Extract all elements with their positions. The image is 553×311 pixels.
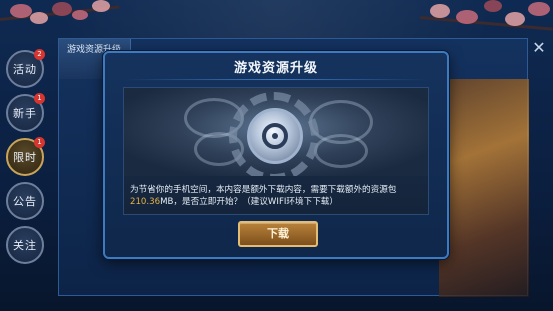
message-text: 为节省你的手机空间，本内容是额外下载内容，需要下载额外的资源包 <box>130 185 397 195</box>
sidebar-item-label: 活动 <box>13 63 37 76</box>
dialog-title: 游戏资源升级 <box>233 61 318 76</box>
download-button[interactable]: 下载 <box>238 221 318 247</box>
sidebar-item-activity[interactable]: 活动 2 <box>6 49 45 88</box>
dialog-message: 为节省你的手机空间，本内容是额外下载内容，需要下载额外的资源包 210.36MB，… <box>130 184 426 208</box>
title-divider <box>125 79 427 80</box>
notification-badge: 1 <box>34 93 45 104</box>
sidebar-item-limited[interactable]: 限时 1 <box>6 137 45 176</box>
resource-upgrade-dialog: 游戏资源升级 为节省你的手机空间，本内容是额外下载内容，需要下载额外的资源包 21… <box>103 51 449 259</box>
sidebar-item-announcement[interactable]: 公告 <box>6 182 44 220</box>
sidebar-item-label: 公告 <box>13 195 37 208</box>
close-icon[interactable]: ✕ <box>531 40 547 56</box>
sidebar-item-label: 关注 <box>13 239 37 252</box>
resource-emblem-icon <box>247 108 303 164</box>
sidebar-item-label: 新手 <box>13 107 37 120</box>
hero-artwork <box>439 79 529 297</box>
download-size: 210.36 <box>130 197 161 207</box>
sidebar-item-follow[interactable]: 关注 <box>6 226 44 264</box>
notification-badge: 2 <box>34 49 45 60</box>
sidebar: 活动 2 新手 1 限时 1 公告 关注 <box>6 49 50 270</box>
resource-illustration <box>124 88 428 176</box>
sidebar-item-label: 限时 <box>13 151 37 164</box>
dialog-content: 为节省你的手机空间，本内容是额外下载内容，需要下载额外的资源包 210.36MB，… <box>123 87 429 215</box>
sidebar-item-newbie[interactable]: 新手 1 <box>6 93 45 132</box>
notification-badge: 1 <box>34 137 45 148</box>
message-text-end: MB，是否立即开始？（建议WIFI环境下下载） <box>160 197 338 207</box>
